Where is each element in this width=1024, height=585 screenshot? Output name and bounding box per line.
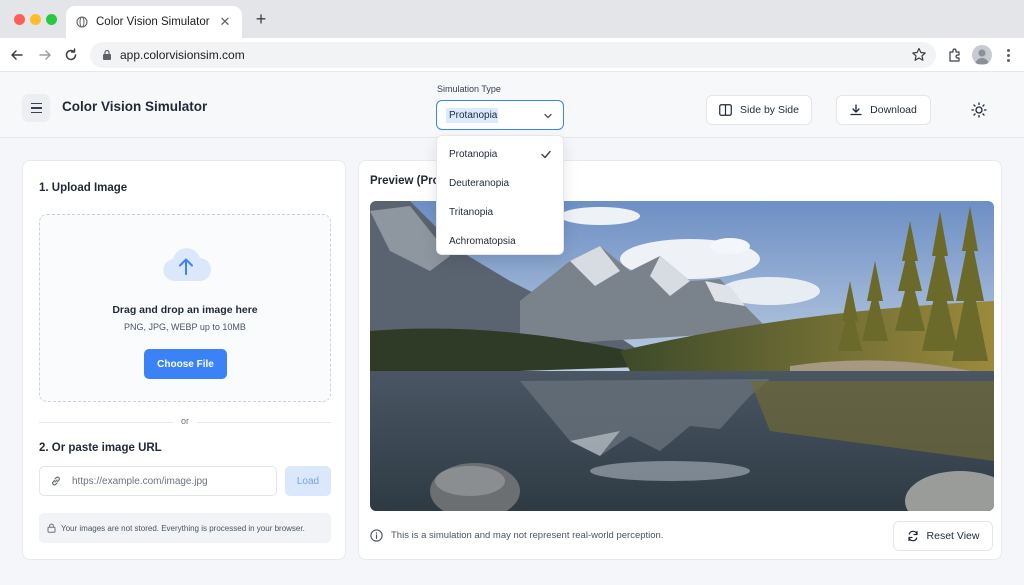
option-label: Deuteranopia	[449, 178, 510, 189]
load-button[interactable]: Load	[285, 466, 331, 496]
upload-panel: 1. Upload Image Drag and drop an image h…	[22, 160, 346, 560]
chevron-down-icon	[544, 113, 552, 119]
reset-view-button[interactable]: Reset View	[893, 521, 993, 551]
side-by-side-label: Side by Side	[740, 104, 799, 116]
hamburger-menu-icon[interactable]	[22, 94, 50, 122]
url-field[interactable]: app.colorvisionsim.com	[90, 42, 936, 68]
browser-tab[interactable]: Color Vision Simulator ✕	[66, 6, 242, 38]
address-bar: app.colorvisionsim.com	[0, 38, 1024, 72]
image-url-input[interactable]	[72, 475, 262, 487]
link-icon	[52, 476, 60, 486]
browser-tab-bar: Color Vision Simulator ✕ +	[0, 0, 1024, 38]
option-label: Protanopia	[449, 149, 498, 160]
app-title: Color Vision Simulator	[62, 99, 208, 114]
app-header: Color Vision Simulator Simulation Type P…	[0, 72, 1024, 138]
plus-icon[interactable]: +	[252, 10, 270, 28]
download-button[interactable]: Download	[836, 95, 931, 125]
window-maximize-button[interactable]	[46, 14, 57, 25]
dropdown-option-protanopia[interactable]: Protanopia	[437, 140, 563, 169]
simulation-type-select[interactable]: Protanopia	[436, 100, 564, 130]
privacy-text: Your images are not stored. Everything i…	[61, 523, 305, 533]
image-dropzone[interactable]: Drag and drop an image here PNG, JPG, WE…	[39, 214, 331, 402]
columns-icon	[719, 104, 732, 116]
download-icon	[850, 104, 862, 116]
lock-icon	[103, 49, 111, 60]
sun-icon[interactable]	[966, 97, 992, 123]
url-section-title: 2. Or paste image URL	[39, 442, 162, 454]
star-icon[interactable]	[910, 46, 928, 64]
reset-view-label: Reset View	[926, 530, 980, 542]
cloud-upload-icon	[163, 248, 212, 282]
window-minimize-button[interactable]	[30, 14, 41, 25]
dropdown-option-deuteranopia[interactable]: Deuteranopia	[437, 169, 563, 198]
choose-file-button[interactable]: Choose File	[144, 349, 227, 379]
close-icon[interactable]: ✕	[218, 14, 232, 29]
upload-section-title: 1. Upload Image	[39, 182, 128, 194]
globe-icon	[76, 16, 88, 28]
download-label: Download	[870, 104, 917, 116]
app-page: Color Vision Simulator Simulation Type P…	[0, 72, 1024, 585]
window-close-button[interactable]	[14, 14, 25, 25]
or-text: or	[172, 416, 197, 426]
back-icon[interactable]	[8, 46, 26, 64]
privacy-notice: Your images are not stored. Everything i…	[39, 513, 331, 543]
image-url-field[interactable]	[39, 466, 277, 496]
extensions-icon[interactable]	[946, 46, 964, 64]
forward-icon[interactable]	[36, 46, 54, 64]
url-text: app.colorvisionsim.com	[120, 48, 245, 62]
dropdown-option-tritanopia[interactable]: Tritanopia	[437, 198, 563, 227]
refresh-icon	[907, 530, 918, 542]
simulation-type-dropdown: Protanopia Deuteranopia Tritanopia Achro…	[436, 135, 564, 255]
simulation-type-value: Protanopia	[446, 107, 498, 123]
kebab-menu-icon[interactable]	[1002, 46, 1014, 64]
info-icon	[370, 529, 383, 542]
check-icon	[541, 150, 551, 159]
profile-icon[interactable]	[972, 45, 992, 65]
reload-icon[interactable]	[62, 46, 80, 64]
lock-icon	[47, 523, 56, 533]
tab-title: Color Vision Simulator	[96, 16, 210, 28]
dropzone-text: Drag and drop an image here	[112, 304, 258, 316]
side-by-side-button[interactable]: Side by Side	[706, 95, 812, 125]
dropdown-option-achromatopsia[interactable]: Achromatopsia	[437, 227, 563, 256]
disclaimer-text: This is a simulation and may not represe…	[391, 530, 664, 541]
dropzone-formats: PNG, JPG, WEBP up to 10MB	[124, 322, 246, 332]
option-label: Achromatopsia	[449, 236, 516, 247]
simulation-type-label: Simulation Type	[437, 84, 501, 94]
option-label: Tritanopia	[449, 207, 494, 218]
disclaimer: This is a simulation and may not represe…	[370, 529, 663, 542]
or-divider: or	[39, 415, 331, 429]
